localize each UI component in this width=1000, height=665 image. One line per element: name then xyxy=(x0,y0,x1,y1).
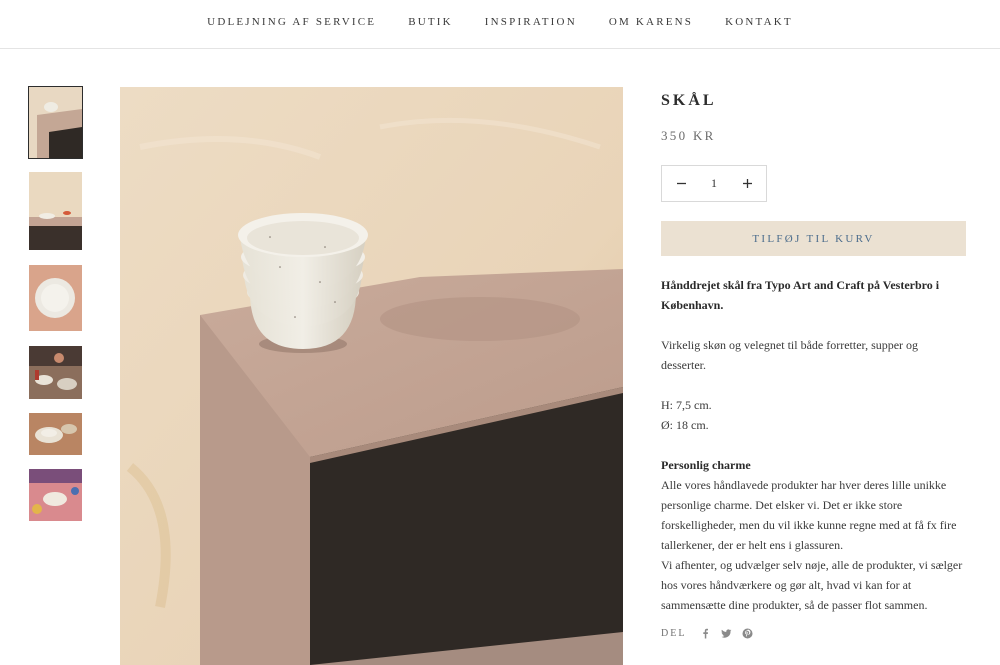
curation-text: Vi afhenter, og udvælger selv nøje, alle… xyxy=(661,558,963,612)
description-intro: Hånddrejet skål fra Typo Art and Craft p… xyxy=(661,278,940,312)
nav-item-inspiration[interactable]: INSPIRATION xyxy=(469,16,593,28)
description-height: H: 7,5 cm. xyxy=(661,398,712,412)
share-bar: DEL xyxy=(661,628,966,639)
thumbnail-tableware-closeup[interactable] xyxy=(29,413,82,455)
decrease-quantity-button[interactable] xyxy=(662,166,700,201)
charm-heading: Personlig charme xyxy=(661,458,751,472)
thumbnail-plate-top-view[interactable] xyxy=(29,265,82,331)
product-info: SKÅL 350 KR TILFØJ TIL KURV Hånddrejet s… xyxy=(661,87,966,639)
increase-quantity-button[interactable] xyxy=(728,166,766,201)
product-title: SKÅL xyxy=(661,92,717,109)
facebook-icon[interactable] xyxy=(700,628,711,639)
thumbnail-bowl-stack[interactable] xyxy=(28,86,83,159)
quantity-stepper xyxy=(661,165,767,202)
main-navigation: UDLEJNING AF SERVICE BUTIK INSPIRATION O… xyxy=(0,0,1000,49)
description-diameter: Ø: 18 cm. xyxy=(661,418,709,432)
nav-item-om-karens[interactable]: OM KARENS xyxy=(593,16,709,28)
thumbnail-table-setting[interactable] xyxy=(29,172,82,250)
thumbnail-pink-table[interactable] xyxy=(29,469,82,521)
pinterest-icon[interactable] xyxy=(742,628,753,639)
thumbnail-dinner-party[interactable] xyxy=(29,346,82,399)
quantity-input[interactable] xyxy=(700,176,728,191)
nav-list: UDLEJNING AF SERVICE BUTIK INSPIRATION O… xyxy=(191,16,809,28)
share-label: DEL xyxy=(661,628,687,639)
charm-text: Alle vores håndlavede produkter har hver… xyxy=(661,478,957,552)
minus-icon xyxy=(676,182,686,185)
nav-item-udlejning[interactable]: UDLEJNING AF SERVICE xyxy=(191,16,392,28)
nav-item-kontakt[interactable]: KONTAKT xyxy=(709,16,809,28)
plus-icon xyxy=(742,179,752,188)
main-product-image xyxy=(120,87,623,665)
product-price: 350 KR xyxy=(661,128,716,143)
add-to-cart-button[interactable]: TILFØJ TIL KURV xyxy=(661,221,966,256)
product-description: Hånddrejet skål fra Typo Art and Craft p… xyxy=(661,275,966,615)
twitter-icon[interactable] xyxy=(721,628,732,639)
nav-item-butik[interactable]: BUTIK xyxy=(392,16,469,28)
description-usage: Virkelig skøn og velegnet til både forre… xyxy=(661,338,919,372)
